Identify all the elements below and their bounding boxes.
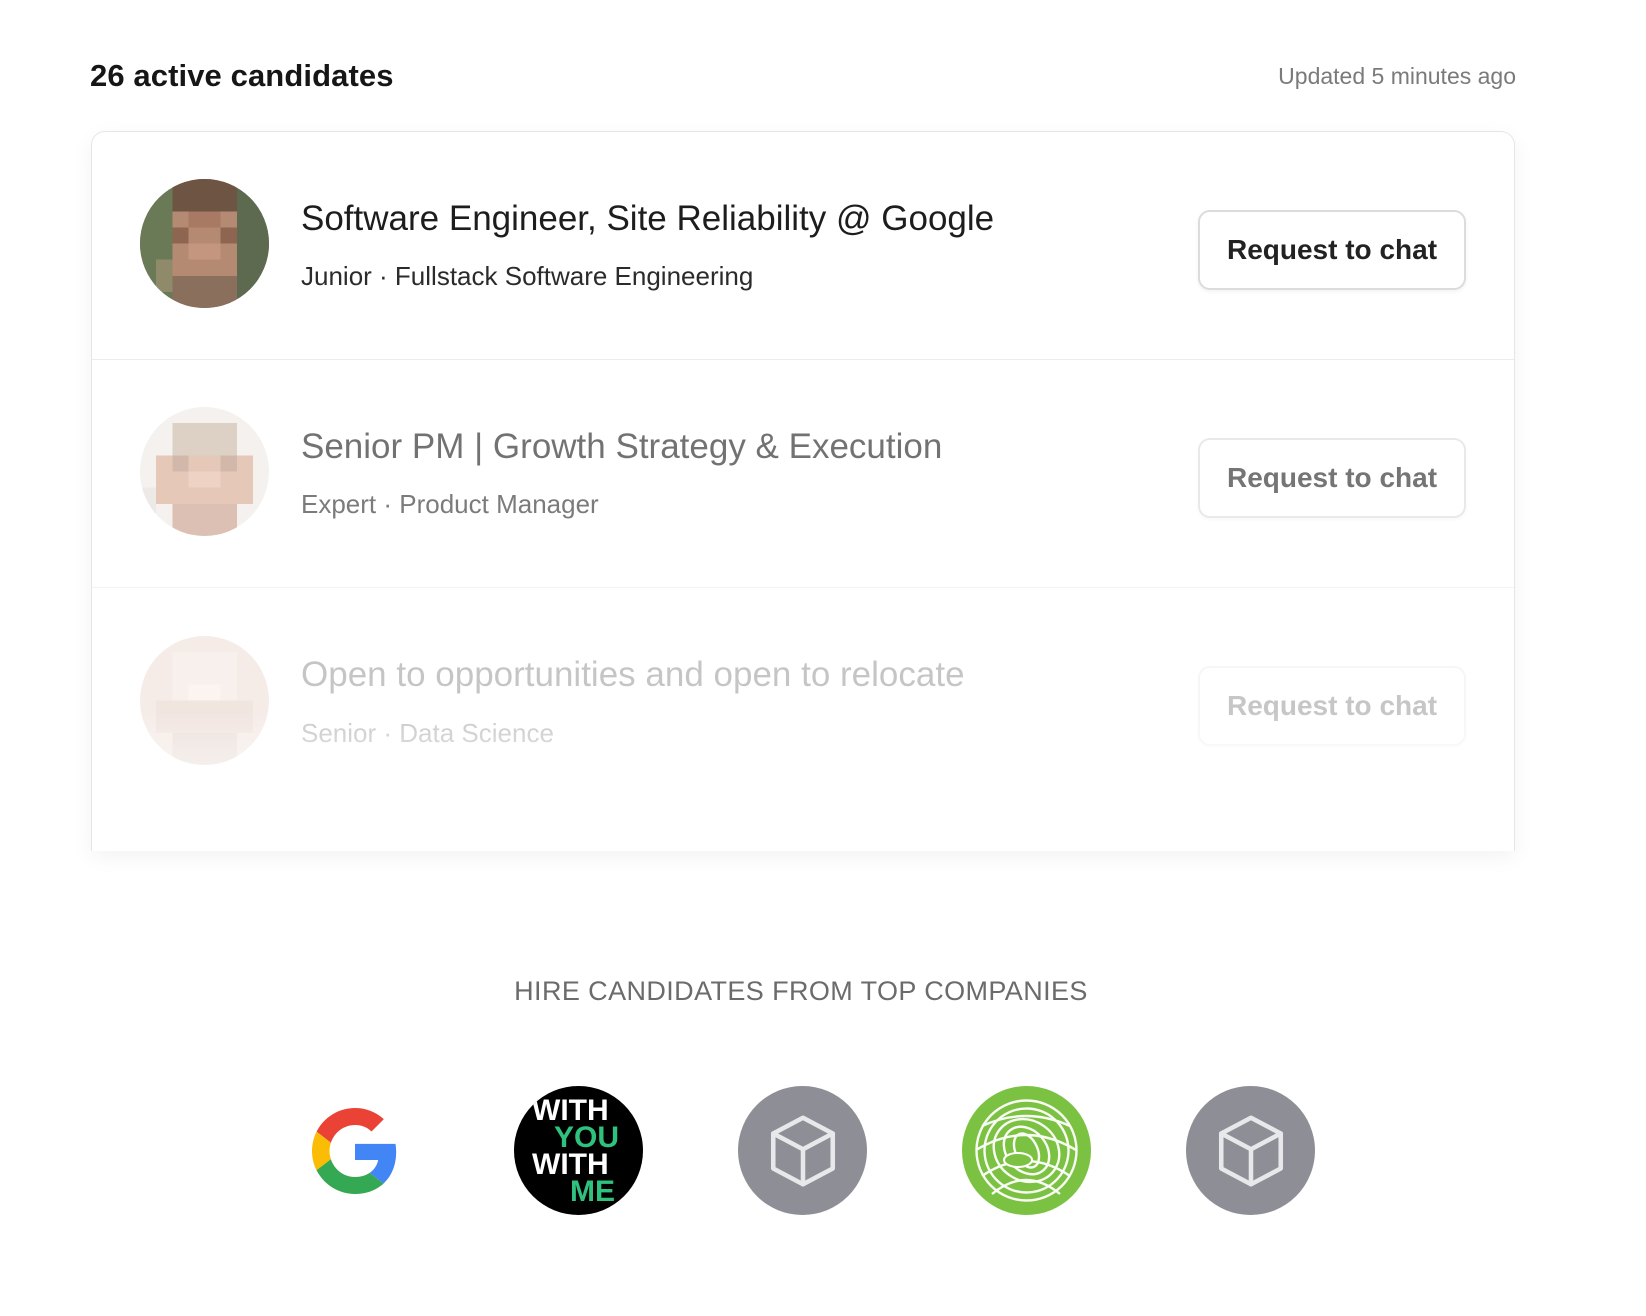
green-swirl-logo-icon: [962, 1086, 1091, 1215]
placeholder-box-icon: [1186, 1086, 1315, 1215]
avatar: [140, 407, 269, 536]
request-to-chat-button[interactable]: Request to chat: [1198, 666, 1466, 746]
candidate-row[interactable]: Software Engineer, Site Reliability @ Go…: [92, 132, 1514, 360]
candidate-subtitle: Junior · Fullstack Software Engineering: [301, 261, 754, 292]
google-logo-icon: [290, 1086, 419, 1215]
candidate-title: Open to opportunities and open to reloca…: [301, 655, 965, 695]
page-title: 26 active candidates: [90, 58, 394, 93]
placeholder-box-icon: [738, 1086, 867, 1215]
request-to-chat-button[interactable]: Request to chat: [1198, 209, 1466, 290]
updated-timestamp: Updated 5 minutes ago: [1278, 62, 1516, 89]
avatar: [140, 179, 269, 308]
avatar: [140, 635, 269, 765]
pixelated-avatar-icon: [140, 407, 269, 536]
logo-text-me: ME: [570, 1175, 615, 1208]
candidate-subtitle: Senior · Data Science: [301, 717, 554, 748]
pixelated-avatar-icon: [140, 635, 269, 765]
candidate-row[interactable]: Open to opportunities and open to reloca…: [92, 588, 1514, 816]
companies-heading: HIRE CANDIDATES FROM TOP COMPANIES: [514, 976, 1088, 1006]
with-you-with-me-logo-icon: WITH YOU WITH ME: [514, 1086, 643, 1215]
pixelated-avatar-icon: [140, 179, 269, 308]
candidate-subtitle: Expert · Product Manager: [301, 489, 599, 520]
candidate-title: Software Engineer, Site Reliability @ Go…: [301, 198, 995, 238]
candidates-card: Software Engineer, Site Reliability @ Go…: [91, 131, 1515, 851]
candidate-row[interactable]: Senior PM | Growth Strategy & Execution …: [92, 360, 1514, 588]
candidate-title: Senior PM | Growth Strategy & Execution: [301, 426, 943, 466]
candidates-header: 26 active candidates Updated 5 minutes a…: [90, 58, 1516, 94]
company-logos: WITH YOU WITH ME: [0, 1086, 1646, 1216]
request-to-chat-button[interactable]: Request to chat: [1198, 437, 1466, 518]
